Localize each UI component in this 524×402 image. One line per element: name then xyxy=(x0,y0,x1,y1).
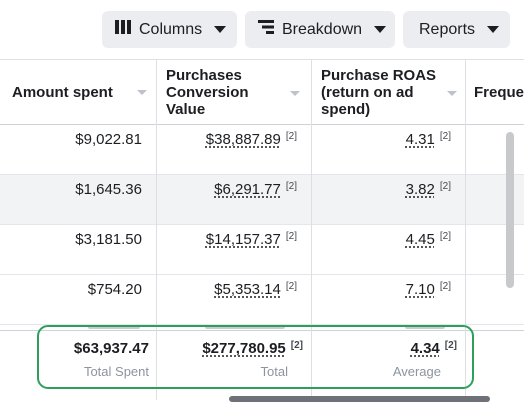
reports-button[interactable]: Reports xyxy=(403,11,510,48)
footnote-marker: [2] xyxy=(285,231,297,242)
totals-highlight-box xyxy=(37,325,474,389)
caret-down-icon xyxy=(374,26,387,33)
table-row[interactable]: $3,181.50 $14,157.37 [2] 4.45 [2] xyxy=(0,225,524,275)
header-purchases-value-line1: Purchases xyxy=(166,67,242,84)
footnote-marker: [2] xyxy=(285,281,297,292)
footnote-marker: [2] xyxy=(285,131,297,142)
amount-spent-cell: $754.20 xyxy=(87,281,142,298)
footnote-marker: [2] xyxy=(285,181,297,192)
purchases-value-cell: $6,291.77 [2] xyxy=(166,175,297,225)
roas-link[interactable]: 4.31 xyxy=(406,131,435,148)
header-purchase-roas[interactable]: Purchase ROAS (return on ad spend) xyxy=(321,67,471,133)
roas-cell: 3.82 [2] xyxy=(321,175,451,225)
header-frequency-label: Freque xyxy=(474,84,524,101)
caret-down-icon xyxy=(214,26,227,33)
footnote-marker: [2] xyxy=(439,231,451,242)
purchases-value-link[interactable]: $14,157.37 xyxy=(206,231,281,248)
breakdown-icon xyxy=(258,20,274,39)
purchases-value-link[interactable]: $5,353.14 xyxy=(214,281,281,298)
header-amount-spent[interactable]: Amount spent xyxy=(12,84,157,104)
amount-spent-cell: $1,645.36 xyxy=(75,181,142,198)
reports-label: Reports xyxy=(419,20,476,38)
roas-link[interactable]: 7.10 xyxy=(406,281,435,298)
purchases-value-cell: $38,887.89 [2] xyxy=(166,125,297,175)
sort-icon[interactable] xyxy=(137,90,147,95)
table-row[interactable]: $9,022.81 $38,887.89 [2] 4.31 [2] xyxy=(0,125,524,175)
amount-spent-cell: $3,181.50 xyxy=(75,231,142,248)
roas-link[interactable]: 3.82 xyxy=(406,181,435,198)
roas-cell: 7.10 [2] xyxy=(321,275,451,325)
footnote-marker: [2] xyxy=(439,181,451,192)
sort-icon[interactable] xyxy=(447,91,457,96)
sort-icon[interactable] xyxy=(290,91,300,96)
breakdown-label: Breakdown xyxy=(282,20,363,38)
header-purchases-value[interactable]: Purchases Conversion Value xyxy=(166,67,306,133)
header-amount-spent-label: Amount spent xyxy=(12,84,113,101)
purchases-value-link[interactable]: $38,887.89 xyxy=(206,131,281,148)
columns-label: Columns xyxy=(139,20,203,38)
columns-icon xyxy=(115,20,131,39)
columns-button[interactable]: Columns xyxy=(102,11,237,48)
table-row[interactable]: $754.20 $5,353.14 [2] 7.10 [2] xyxy=(0,275,524,325)
breakdown-button[interactable]: Breakdown xyxy=(245,11,395,48)
header-roas-line1: Purchase ROAS xyxy=(321,67,437,84)
roas-link[interactable]: 4.45 xyxy=(406,231,435,248)
header-purchases-value-line2: Conversion xyxy=(166,84,249,101)
purchases-value-link[interactable]: $6,291.77 xyxy=(214,181,281,198)
header-roas-line3: spend) xyxy=(321,101,371,118)
horizontal-scrollbar[interactable] xyxy=(229,396,490,402)
table-header: Amount spent Purchases Conversion Value … xyxy=(0,59,524,125)
footnote-marker: [2] xyxy=(439,131,451,142)
toolbar: Columns Breakdown Reports xyxy=(0,0,524,60)
purchases-value-cell: $14,157.37 [2] xyxy=(166,225,297,275)
header-purchases-value-line3: Value xyxy=(166,101,206,118)
roas-cell: 4.31 [2] xyxy=(321,125,451,175)
amount-spent-cell: $9,022.81 xyxy=(75,131,142,148)
header-frequency[interactable]: Freque xyxy=(474,84,524,104)
purchases-value-cell: $5,353.14 [2] xyxy=(166,275,297,325)
caret-down-icon xyxy=(487,26,500,33)
table-row[interactable]: $1,645.36 $6,291.77 [2] 3.82 [2] xyxy=(0,175,524,225)
footnote-marker: [2] xyxy=(439,281,451,292)
roas-cell: 4.45 [2] xyxy=(321,225,451,275)
vertical-scrollbar[interactable] xyxy=(506,132,514,288)
